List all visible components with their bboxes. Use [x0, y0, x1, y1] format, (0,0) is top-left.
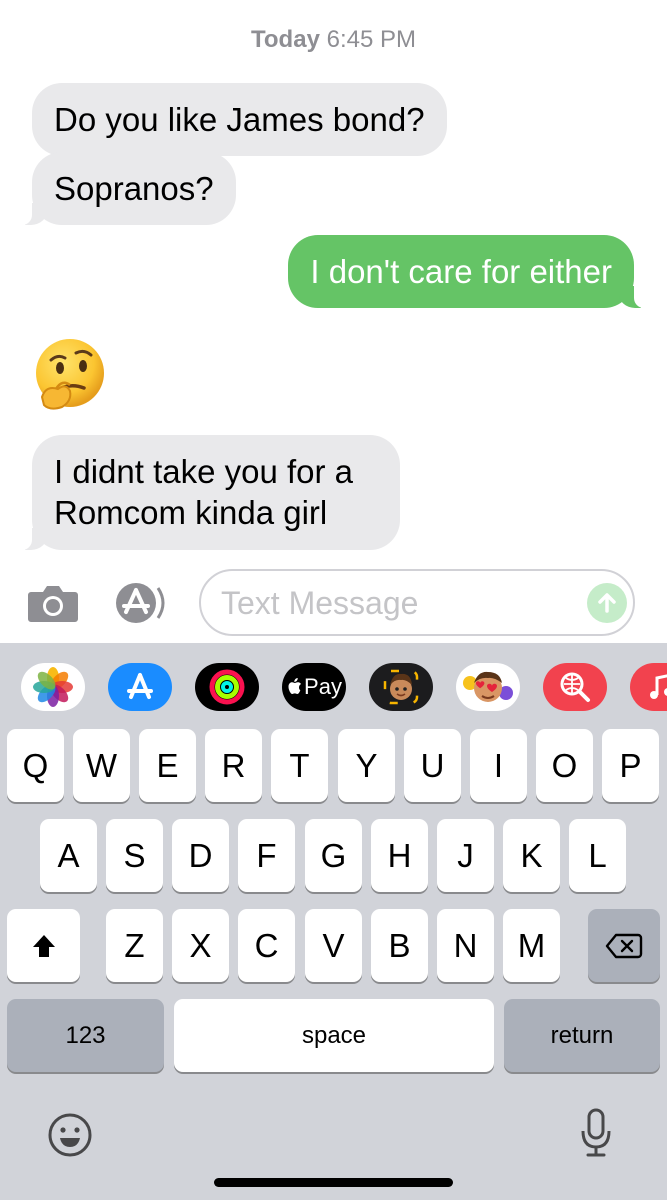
- key-o[interactable]: O: [536, 729, 593, 802]
- microphone-icon[interactable]: [578, 1107, 614, 1159]
- backspace-icon: [605, 933, 643, 958]
- key-u[interactable]: U: [404, 729, 461, 802]
- keyboard: Pay Q W E R T Y U I O P A S D F G H J K …: [0, 643, 667, 1200]
- key-h[interactable]: H: [371, 819, 428, 892]
- key-f[interactable]: F: [238, 819, 295, 892]
- key-n[interactable]: N: [437, 909, 494, 982]
- key-s[interactable]: S: [106, 819, 163, 892]
- key-x[interactable]: X: [172, 909, 229, 982]
- music-app-icon[interactable]: [630, 663, 667, 711]
- key-i[interactable]: I: [470, 729, 527, 802]
- shift-key[interactable]: [7, 909, 80, 982]
- key-y[interactable]: Y: [338, 729, 395, 802]
- camera-icon[interactable]: [27, 582, 79, 624]
- message-text: I don't care for either: [310, 253, 612, 290]
- message-bubble-incoming[interactable]: I didnt take you for a Romcom kinda girl: [18, 435, 400, 550]
- web-search-app-icon[interactable]: [543, 663, 607, 711]
- app-store-icon[interactable]: [112, 580, 170, 626]
- key-p[interactable]: P: [602, 729, 659, 802]
- numbers-key[interactable]: 123: [7, 999, 164, 1072]
- conversation-timestamp: Today 6:45 PM: [0, 26, 667, 54]
- apple-pay-label: Pay: [304, 674, 342, 699]
- key-k[interactable]: K: [503, 819, 560, 892]
- delete-key[interactable]: [588, 909, 660, 982]
- key-z[interactable]: Z: [106, 909, 163, 982]
- space-key[interactable]: space: [174, 999, 494, 1072]
- timestamp-day: Today: [251, 26, 320, 53]
- emoji-keyboard-icon[interactable]: [47, 1112, 93, 1158]
- key-b[interactable]: B: [371, 909, 428, 982]
- photos-app-icon[interactable]: [21, 663, 85, 711]
- key-t[interactable]: T: [271, 729, 328, 802]
- key-c[interactable]: C: [238, 909, 295, 982]
- key-j[interactable]: J: [437, 819, 494, 892]
- message-text-line: I didnt take you for a: [54, 453, 354, 490]
- messages-screen: Today 6:45 PM Do you like James bond? So…: [0, 0, 667, 1200]
- thinking-face-emoji[interactable]: [32, 335, 112, 415]
- key-w[interactable]: W: [73, 729, 130, 802]
- message-text: Do you like James bond?: [54, 101, 425, 138]
- return-key[interactable]: return: [504, 999, 660, 1072]
- message-input[interactable]: [221, 583, 581, 623]
- message-bubble-incoming[interactable]: Do you like James bond?: [32, 83, 447, 157]
- key-g[interactable]: G: [305, 819, 362, 892]
- message-bubble-incoming[interactable]: Sopranos?: [18, 152, 236, 226]
- shift-icon: [32, 934, 55, 957]
- key-a[interactable]: A: [40, 819, 97, 892]
- key-m[interactable]: M: [503, 909, 560, 982]
- message-text-line: Romcom kinda girl: [54, 494, 328, 532]
- key-e[interactable]: E: [139, 729, 196, 802]
- message-bubble-outgoing[interactable]: I don't care for either: [288, 235, 648, 309]
- apple-pay-app-icon[interactable]: Pay: [282, 663, 346, 711]
- app-drawer: Pay: [0, 643, 667, 723]
- key-l[interactable]: L: [569, 819, 626, 892]
- key-r[interactable]: R: [205, 729, 262, 802]
- timestamp-time: 6:45 PM: [326, 26, 416, 53]
- message-text: Sopranos?: [54, 170, 214, 207]
- app-store-app-icon[interactable]: [108, 663, 172, 711]
- apple-logo-icon: [288, 678, 302, 694]
- activity-app-icon[interactable]: [195, 663, 259, 711]
- home-indicator[interactable]: [214, 1178, 453, 1187]
- message-input-field[interactable]: [199, 569, 635, 636]
- animoji-app-icon[interactable]: [456, 663, 520, 711]
- memoji-stickers-app-icon[interactable]: [369, 663, 433, 711]
- key-v[interactable]: V: [305, 909, 362, 982]
- arrow-up-icon[interactable]: [587, 583, 627, 623]
- key-d[interactable]: D: [172, 819, 229, 892]
- key-q[interactable]: Q: [7, 729, 64, 802]
